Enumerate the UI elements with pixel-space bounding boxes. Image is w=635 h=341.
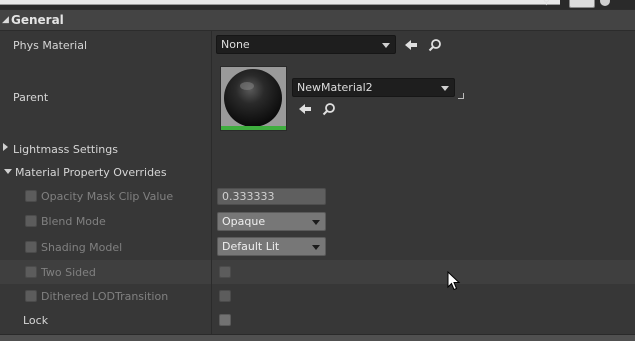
material-property-overrides-label: Material Property Overrides [15,166,167,179]
shading-model-value: Default Lit [222,240,280,253]
material-sphere-icon[interactable] [220,66,287,131]
chevron-down-icon [312,245,320,250]
column-divider [211,31,212,58]
blend-mode-value: Opaque [222,215,266,228]
column-divider [211,260,212,284]
lightmass-settings-row[interactable]: Lightmass Settings [0,138,635,160]
chevron-down-icon [312,220,320,225]
asset-color-bar [221,126,286,130]
resize-corner-icon [458,93,464,99]
lock-checkbox[interactable] [219,314,231,326]
magnifier-icon[interactable] [428,38,442,52]
chevron-down-icon [382,43,390,48]
column-divider [211,138,212,160]
lock-row: Lock [0,308,635,334]
dithered-lod-checkbox[interactable] [219,290,231,302]
phys-material-label: Phys Material [13,39,88,52]
column-divider [211,58,212,138]
shading-model-label: Shading Model [41,241,123,254]
column-divider [211,308,212,334]
expand-arrow-icon[interactable] [3,143,8,151]
lock-label: Lock [23,314,49,327]
category-header-general[interactable]: ◢ General [0,9,635,31]
opacity-mask-clip-value: 0.333333 [222,190,275,203]
blend-mode-label: Blend Mode [41,215,106,228]
collapse-arrow-icon[interactable]: ◢ [2,15,9,25]
opacity-mask-clip-field[interactable]: 0.333333 [217,188,326,205]
chevron-down-icon [441,86,449,91]
column-divider [211,160,212,184]
override-checkbox[interactable] [25,241,37,253]
opacity-mask-clip-row: Opacity Mask Clip Value 0.333333 [0,184,635,208]
search-bar[interactable] [0,0,560,5]
override-checkbox[interactable] [25,266,37,278]
override-checkbox[interactable] [25,290,37,302]
material-property-overrides-row[interactable]: Material Property Overrides [0,160,635,184]
column-divider [211,208,212,234]
two-sided-row: Two Sided [0,260,635,284]
arrow-left-icon[interactable] [298,102,312,116]
collapse-arrow-icon[interactable] [4,169,12,174]
column-divider [211,234,212,260]
column-divider [211,184,212,208]
search-icon[interactable]: ⚲ [543,0,550,7]
two-sided-checkbox[interactable] [219,266,231,278]
mouse-cursor-icon [447,270,461,294]
lightmass-settings-label: Lightmass Settings [13,143,118,156]
dithered-lod-row: Dithered LODTransition [0,284,635,308]
phys-material-combo[interactable]: None [216,35,396,54]
phys-material-value: None [221,38,250,51]
options-icon[interactable] [600,0,610,6]
shading-model-row: Shading Model Default Lit [0,234,635,260]
column-divider [211,284,212,308]
parent-value: NewMaterial2 [297,81,373,94]
override-checkbox[interactable] [25,215,37,227]
category-title: General [11,13,64,27]
opacity-mask-clip-label: Opacity Mask Clip Value [41,190,174,203]
blend-mode-combo[interactable]: Opaque [217,212,326,231]
parent-combo[interactable]: NewMaterial2 [292,78,455,97]
parent-row: Parent [0,58,635,138]
magnifier-icon[interactable] [322,102,336,116]
two-sided-label: Two Sided [41,266,96,279]
parent-label: Parent [13,91,49,104]
override-checkbox[interactable] [25,190,37,202]
phys-material-row: Phys Material None [0,31,635,58]
details-top-strip: ⚲ [0,0,635,9]
dithered-lod-label: Dithered LODTransition [41,290,169,303]
blend-mode-row: Blend Mode Opaque [0,208,635,234]
arrow-left-icon[interactable] [404,38,418,52]
shading-model-combo[interactable]: Default Lit [217,237,326,256]
options-button[interactable] [569,0,595,8]
